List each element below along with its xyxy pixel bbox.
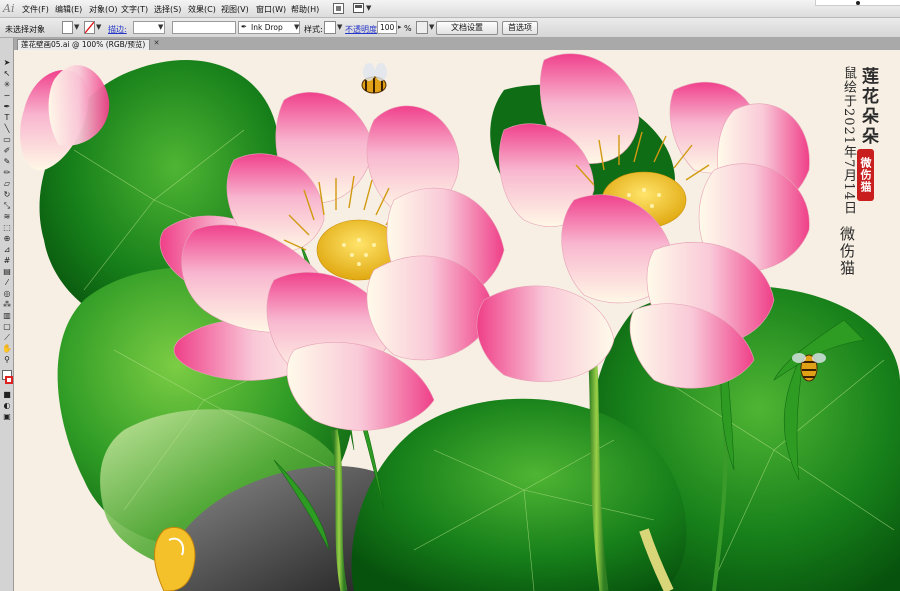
shape-builder-tool-icon[interactable]: ⊕: [2, 234, 12, 244]
artist-signature: 微伤猫: [838, 226, 856, 277]
paintbrush-tool-icon[interactable]: ✐: [2, 146, 12, 156]
document-setup-button[interactable]: 文档设置: [436, 21, 498, 35]
opacity-value: 100: [380, 23, 395, 32]
chevron-down-icon[interactable]: ▼: [294, 23, 299, 31]
chevron-down-icon[interactable]: ▼: [74, 23, 79, 31]
draw-mode-icon[interactable]: ◐: [2, 401, 12, 411]
menu-window[interactable]: 窗口(W): [256, 4, 286, 15]
color-mode-icon[interactable]: ■: [2, 390, 12, 400]
arrange-documents-button[interactable]: ▼: [352, 2, 372, 15]
warp-tool-icon[interactable]: ≋: [2, 212, 12, 222]
screen-mode-icon[interactable]: ▣: [2, 412, 12, 422]
brush-icon: ✒: [241, 23, 247, 31]
perspective-grid-tool-icon[interactable]: ⊿: [2, 245, 12, 255]
menu-view[interactable]: 视图(V): [221, 4, 249, 15]
slice-tool-icon[interactable]: ⟋: [2, 333, 12, 343]
artwork-date: 鼠绘于2021年7月14日: [841, 66, 856, 215]
blob-brush-tool-icon[interactable]: ✏: [2, 168, 12, 178]
app-logo: Ai: [3, 2, 15, 15]
document-tab[interactable]: 莲花壁画05.ai @ 100% (RGB/预览): [17, 39, 150, 50]
opacity-field[interactable]: 100: [377, 21, 397, 34]
document-tab-bar: 莲花壁画05.ai @ 100% (RGB/预览) ✕: [14, 38, 900, 50]
opacity-label[interactable]: 不透明度:: [345, 24, 380, 35]
menu-object[interactable]: 对象(O): [89, 4, 118, 15]
layout-grid-icon: [353, 3, 364, 13]
line-tool-icon[interactable]: ╲: [2, 124, 12, 134]
artboard-tool-icon[interactable]: ▢: [2, 322, 12, 332]
bridge-icon[interactable]: [333, 3, 344, 14]
tools-panel: ➤ ↖ ✳ ∽ ✒ T ╲ ▭ ✐ ✎ ✏ ▱ ↻ ⤡ ≋ ⬚ ⊕ ⊿ # ▤ …: [0, 38, 14, 591]
menu-select[interactable]: 选择(S): [154, 4, 181, 15]
chevron-down-icon[interactable]: ▼: [158, 23, 163, 31]
artboard-canvas[interactable]: 莲花朵朵 鼠绘于2021年7月14日 微伤猫 微伤猫: [14, 50, 900, 591]
menu-type[interactable]: 文字(T): [121, 4, 148, 15]
hand-tool-icon[interactable]: ✋: [2, 344, 12, 354]
chevron-down-icon[interactable]: ▼: [96, 23, 101, 31]
menu-effect[interactable]: 效果(C): [188, 4, 216, 15]
menu-edit[interactable]: 编辑(E): [55, 4, 82, 15]
rectangle-tool-icon[interactable]: ▭: [2, 135, 12, 145]
fill-swatch[interactable]: [62, 21, 73, 34]
scale-tool-icon[interactable]: ⤡: [2, 201, 12, 211]
graph-tool-icon[interactable]: ▥: [2, 311, 12, 321]
chevron-down-icon[interactable]: ▼: [337, 23, 342, 31]
stroke-color-icon[interactable]: [5, 376, 13, 384]
direct-selection-tool-icon[interactable]: ↖: [2, 69, 12, 79]
chevron-down-icon[interactable]: ▼: [429, 23, 434, 31]
symbol-sprayer-tool-icon[interactable]: ⁂: [2, 300, 12, 310]
pencil-tool-icon[interactable]: ✎: [2, 157, 12, 167]
recolor-artwork-icon[interactable]: [416, 21, 428, 34]
stroke-swatch[interactable]: [84, 21, 95, 34]
control-bar: 未选择对象 ▼ ▼ 描边: ▼ ✒ Ink Drop ▼ 样式: ▼ 不透明度:…: [0, 18, 900, 38]
menu-bar: Ai 文件(F) 编辑(E) 对象(O) 文字(T) 选择(S) 效果(C) 视…: [0, 0, 900, 18]
artwork-title: 莲花朵朵: [858, 67, 878, 147]
eyedropper-tool-icon[interactable]: ⁄: [2, 278, 12, 288]
opacity-unit: %: [404, 24, 412, 33]
none-slash-icon: [85, 22, 94, 33]
stroke-label[interactable]: 描边:: [108, 24, 127, 35]
rotate-tool-icon[interactable]: ↻: [2, 190, 12, 200]
magic-wand-tool-icon[interactable]: ✳: [2, 80, 12, 90]
chevron-right-icon[interactable]: ▸: [398, 23, 402, 31]
type-tool-icon[interactable]: T: [2, 113, 12, 123]
close-icon[interactable]: ✕: [152, 39, 161, 48]
window-controls[interactable]: [815, 0, 900, 6]
selection-tool-icon[interactable]: ➤: [2, 58, 12, 68]
style-label: 样式:: [304, 25, 323, 34]
brush-name: Ink Drop: [251, 23, 283, 32]
zoom-tool-icon[interactable]: ⚲: [2, 355, 12, 365]
menu-file[interactable]: 文件(F): [22, 4, 49, 15]
blend-tool-icon[interactable]: ◎: [2, 289, 12, 299]
preferences-button[interactable]: 首选项: [502, 21, 538, 35]
eraser-tool-icon[interactable]: ▱: [2, 179, 12, 189]
variable-width-profile[interactable]: [172, 21, 236, 34]
brush-definition-dropdown[interactable]: ✒ Ink Drop: [238, 21, 300, 34]
menu-help[interactable]: 帮助(H): [291, 4, 319, 15]
gradient-tool-icon[interactable]: ▤: [2, 267, 12, 277]
lotus-artwork: [20, 53, 900, 591]
free-transform-tool-icon[interactable]: ⬚: [2, 223, 12, 233]
bee-top: [361, 63, 387, 94]
mesh-tool-icon[interactable]: #: [2, 256, 12, 266]
selection-status: 未选择对象: [5, 25, 45, 34]
lasso-tool-icon[interactable]: ∽: [2, 91, 12, 101]
chevron-down-icon: ▼: [366, 4, 372, 12]
seal-stamp: 微伤猫: [857, 149, 874, 201]
graphic-style-swatch[interactable]: [324, 21, 336, 34]
pen-tool-icon[interactable]: ✒: [2, 102, 12, 112]
